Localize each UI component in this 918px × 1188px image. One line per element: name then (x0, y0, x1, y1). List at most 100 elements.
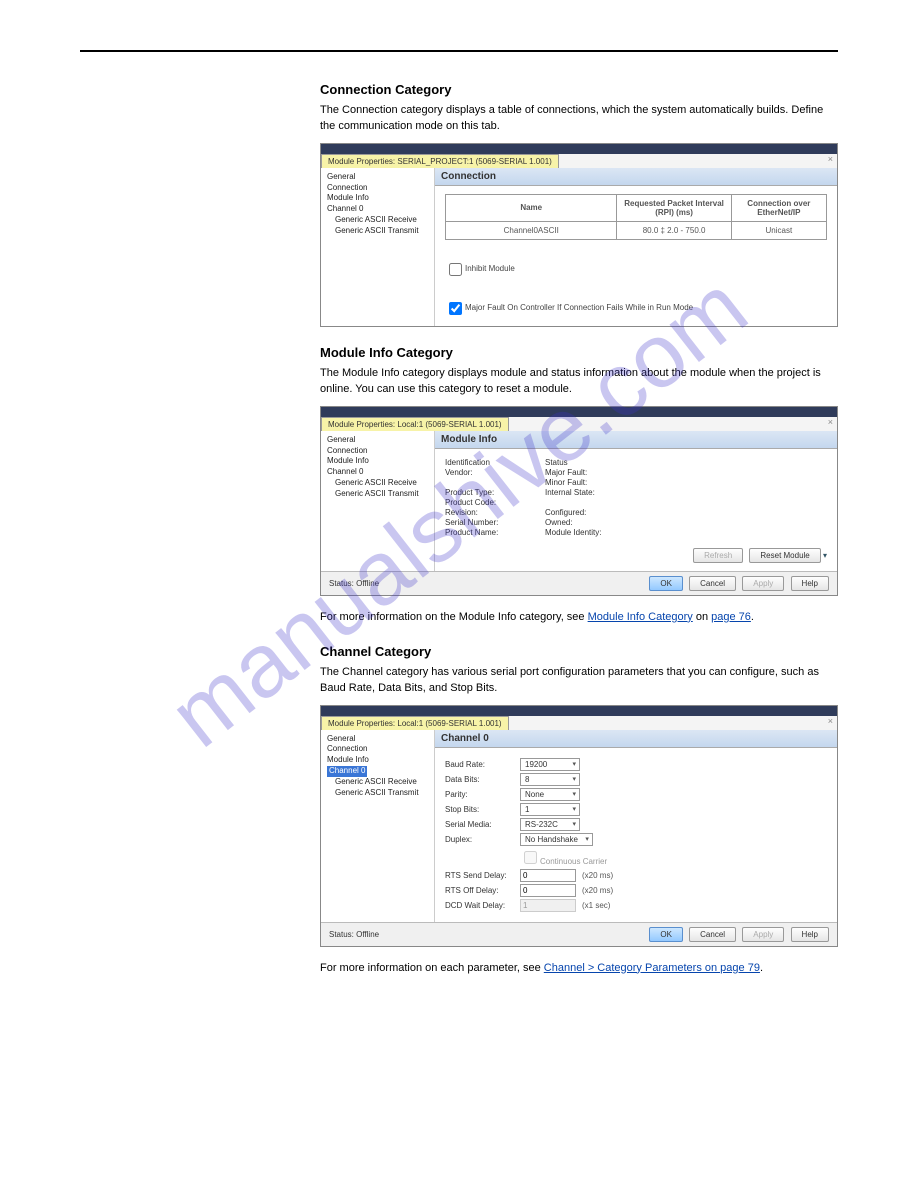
revision-label: Revision: (445, 508, 515, 517)
tree-item[interactable]: Connection (327, 744, 432, 755)
ok-button[interactable]: OK (649, 576, 683, 591)
configured-label: Configured: (545, 508, 615, 517)
serial-label: Serial Number: (445, 518, 515, 527)
moduleinfo-text1: The Module Info category displays module… (320, 366, 838, 398)
close-icon[interactable]: × (824, 154, 837, 164)
tree-item[interactable]: Module Info (327, 193, 432, 204)
help-button[interactable]: Help (791, 927, 829, 942)
tree-item[interactable]: Channel 0 (327, 467, 432, 478)
tree-item[interactable]: Generic ASCII Transmit (327, 788, 432, 799)
apply-button[interactable]: Apply (742, 576, 784, 591)
rtssend-unit: (x20 ms) (582, 871, 613, 880)
major-fault-label: Major Fault On Controller If Connection … (465, 303, 693, 312)
refresh-button[interactable]: Refresh (693, 548, 743, 563)
nav-tree[interactable]: General Connection Module Info Channel 0… (321, 431, 435, 571)
page-link[interactable]: page 76 (711, 611, 751, 623)
status-label: Status (545, 458, 615, 467)
productcode-label: Product Code: (445, 498, 515, 507)
tree-item[interactable]: Channel 0 (327, 204, 432, 215)
close-icon[interactable]: × (824, 716, 837, 726)
dcd-input (520, 899, 576, 912)
moduleinfo-heading: Module Info Category (320, 345, 838, 360)
rtsoff-input[interactable] (520, 884, 576, 897)
channel-params-link[interactable]: Channel > Category Parameters on page 79 (544, 962, 760, 974)
dcd-unit: (x1 sec) (582, 901, 610, 910)
apply-button[interactable]: Apply (742, 927, 784, 942)
close-icon[interactable]: × (824, 417, 837, 427)
status-text: Status: Offline (329, 579, 379, 588)
window-tab[interactable]: Module Properties: SERIAL_PROJECT:1 (506… (321, 154, 559, 168)
databits-select[interactable]: 8 (520, 773, 580, 786)
inhibit-module-checkbox[interactable]: Inhibit Module (445, 264, 515, 273)
tree-item[interactable]: General (327, 734, 432, 745)
parity-select[interactable]: None (520, 788, 580, 801)
moduleidentity-label: Module Identity: (545, 528, 615, 537)
rtsoff-unit: (x20 ms) (582, 886, 613, 895)
producttype-label: Product Type: (445, 488, 515, 497)
tree-item[interactable]: Module Info (327, 755, 432, 766)
pane-title: Connection (435, 168, 837, 186)
id-label: Identification (445, 458, 515, 467)
channel-text: The Channel category has various serial … (320, 665, 838, 697)
window-tab[interactable]: Module Properties: Local:1 (5069-SERIAL … (321, 417, 509, 431)
screenshot-channel: Module Properties: Local:1 (5069-SERIAL … (320, 705, 838, 947)
channel-note: For more information on each parameter, … (320, 961, 838, 977)
vendor-label: Vendor: (445, 468, 515, 477)
tree-item[interactable]: Connection (327, 183, 432, 194)
connection-heading: Connection Category (320, 82, 838, 97)
tree-item[interactable]: Module Info (327, 456, 432, 467)
title-bar (321, 407, 837, 417)
reset-module-button[interactable]: Reset Module (749, 548, 820, 563)
tree-item[interactable]: Generic ASCII Receive (327, 777, 432, 788)
duplex-select[interactable]: No Handshake (520, 833, 593, 846)
cell-rpi[interactable]: 80.0 ‡ 2.0 - 750.0 (617, 221, 731, 239)
channel-heading: Channel Category (320, 644, 838, 659)
databits-label: Data Bits: (445, 775, 520, 784)
window-tab[interactable]: Module Properties: Local:1 (5069-SERIAL … (321, 716, 509, 730)
minorfault-label: Minor Fault: (545, 478, 615, 487)
dcd-label: DCD Wait Delay: (445, 901, 520, 910)
tree-item[interactable]: Connection (327, 446, 432, 457)
cell-name: Channel0ASCII (446, 221, 617, 239)
stopbits-label: Stop Bits: (445, 805, 520, 814)
serialmedia-select[interactable]: RS-232C (520, 818, 580, 831)
pane-title: Channel 0 (435, 730, 837, 748)
cancel-button[interactable]: Cancel (689, 576, 736, 591)
serialmedia-label: Serial Media: (445, 820, 520, 829)
tree-item[interactable]: Generic ASCII Receive (327, 215, 432, 226)
cell-conn[interactable]: Unicast (731, 221, 826, 239)
baud-select[interactable]: 19200 (520, 758, 580, 771)
top-rule (80, 50, 838, 52)
screenshot-connection: Module Properties: SERIAL_PROJECT:1 (506… (320, 143, 838, 327)
tree-item[interactable]: Generic ASCII Transmit (327, 226, 432, 237)
connection-table: Name Requested Packet Interval (RPI) (ms… (445, 194, 827, 240)
tree-item[interactable]: General (327, 435, 432, 446)
tree-item[interactable]: Generic ASCII Transmit (327, 489, 432, 500)
continuous-carrier-checkbox[interactable]: Continuous Carrier (520, 848, 607, 867)
pane-title: Module Info (435, 431, 837, 449)
tree-item[interactable]: General (327, 172, 432, 183)
th-conn: Connection over EtherNet/IP (731, 194, 826, 221)
rtssend-input[interactable] (520, 869, 576, 882)
ok-button[interactable]: OK (649, 927, 683, 942)
rtsoff-label: RTS Off Delay: (445, 886, 520, 895)
major-fault-checkbox[interactable]: Major Fault On Controller If Connection … (445, 303, 693, 312)
nav-tree[interactable]: General Connection Module Info Channel 0… (321, 730, 435, 922)
moduleinfo-link[interactable]: Module Info Category (588, 611, 693, 623)
cancel-button[interactable]: Cancel (689, 927, 736, 942)
th-name: Name (446, 194, 617, 221)
baud-label: Baud Rate: (445, 760, 520, 769)
title-bar (321, 144, 837, 154)
internalstate-label: Internal State: (545, 488, 615, 497)
tree-item[interactable]: Generic ASCII Receive (327, 478, 432, 489)
tree-item-selected[interactable]: Channel 0 (327, 766, 432, 777)
th-rpi: Requested Packet Interval (RPI) (ms) (617, 194, 731, 221)
productname-label: Product Name: (445, 528, 515, 537)
stopbits-select[interactable]: 1 (520, 803, 580, 816)
help-button[interactable]: Help (791, 576, 829, 591)
nav-tree[interactable]: General Connection Module Info Channel 0… (321, 168, 435, 326)
dropdown-arrow-icon[interactable]: ▾ (823, 551, 827, 560)
title-bar (321, 706, 837, 716)
rtssend-label: RTS Send Delay: (445, 871, 520, 880)
parity-label: Parity: (445, 790, 520, 799)
